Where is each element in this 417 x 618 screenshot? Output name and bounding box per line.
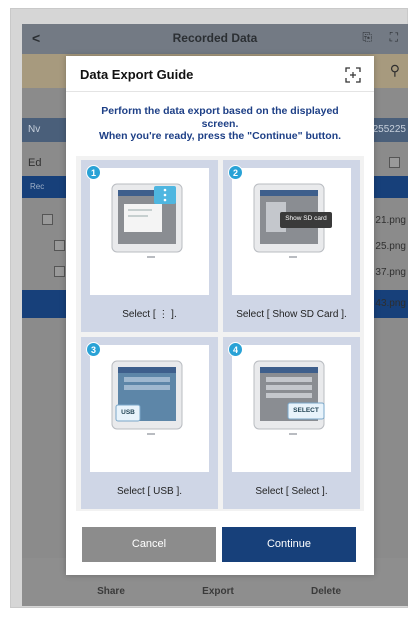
- callout-label: USB: [121, 409, 135, 416]
- tablet-illustration: [253, 183, 332, 258]
- step-illustration: SELECT: [232, 345, 351, 472]
- step-caption: Select [ Show SD Card ].: [236, 309, 347, 320]
- step-number-badge: 2: [228, 165, 243, 180]
- instruction-line: screen.: [201, 117, 239, 130]
- callout-label: Show SD card: [285, 215, 327, 222]
- instruction-line: When you're ready, press the "Continue" …: [98, 130, 342, 142]
- step-illustration: USB: [90, 345, 209, 472]
- continue-button[interactable]: Continue: [222, 527, 356, 562]
- step-caption: Select [ ⋮ ].: [122, 309, 177, 320]
- step-card-3: USB 3 Select [ USB ].: [81, 337, 218, 509]
- tablet-illustration: [111, 183, 183, 258]
- step-number-badge: 3: [86, 342, 101, 357]
- cancel-button[interactable]: Cancel: [82, 527, 216, 562]
- step-number-badge: 4: [228, 342, 243, 357]
- step-number-badge: 1: [86, 165, 101, 180]
- step-caption: Select [ USB ].: [116, 486, 183, 497]
- export-guide-dialog: Data Export Guide Perform the data expor…: [66, 56, 374, 575]
- instruction-line: Perform the data export based on the dis…: [101, 105, 339, 117]
- expand-icon[interactable]: [344, 66, 362, 84]
- callout-label: SELECT: [293, 407, 319, 414]
- modal-overlay: Data Export Guide Perform the data expor…: [0, 0, 417, 618]
- step-card-2: Show SD card 2 Select [ Show SD Card ].: [223, 160, 360, 332]
- step-illustration: Show SD card: [232, 168, 351, 295]
- steps-grid: 1 Select [ ⋮ ]. Show SD card 2 Select […: [76, 156, 364, 511]
- tablet-illustration: [111, 360, 183, 435]
- step-illustration: [90, 168, 209, 295]
- step-card-4: SELECT 4 Select [ Select ].: [223, 337, 360, 509]
- dialog-title: Data Export Guide: [80, 67, 194, 82]
- instruction-text: Perform the data export based on the dis…: [76, 105, 364, 143]
- step-caption: Select [ Select ].: [255, 486, 328, 497]
- step-card-1: 1 Select [ ⋮ ].: [81, 160, 218, 332]
- title-divider: [66, 91, 374, 92]
